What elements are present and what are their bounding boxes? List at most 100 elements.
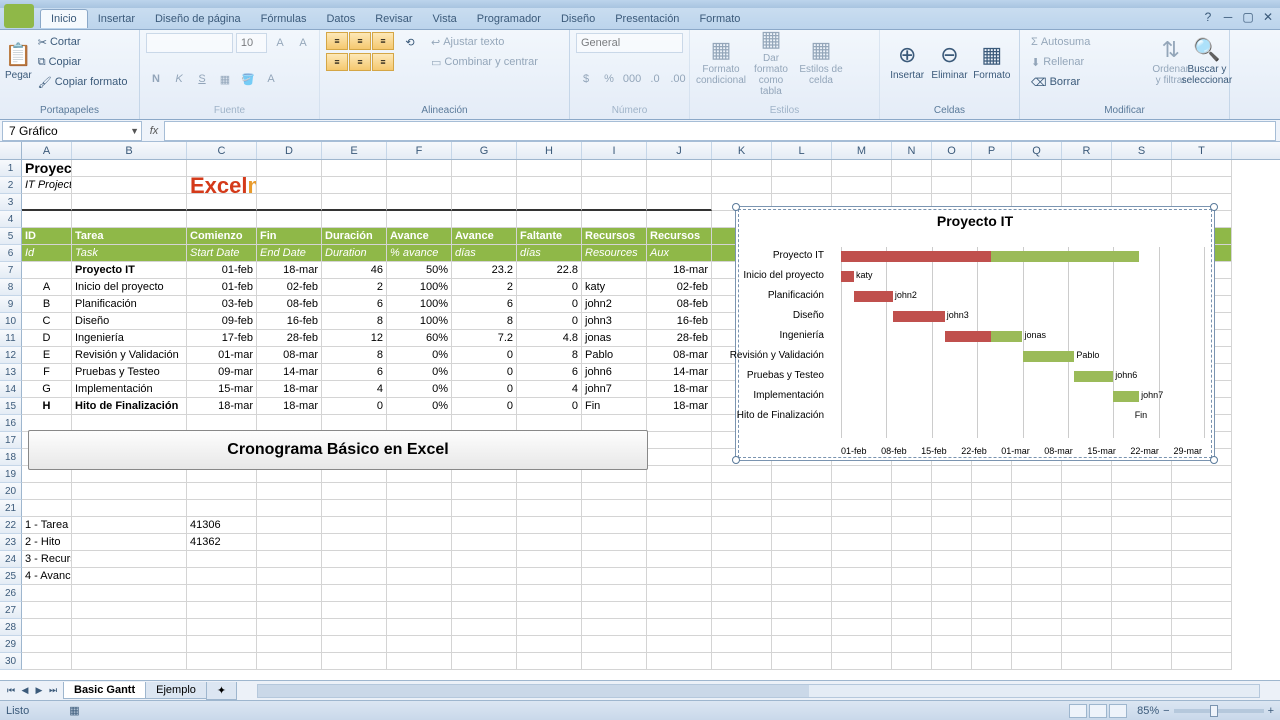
cell[interactable] [257, 483, 322, 500]
table-format-button[interactable]: ▦Dar formato como tabla [746, 32, 796, 92]
cell[interactable] [892, 517, 932, 534]
cell[interactable]: D [22, 330, 72, 347]
row-header[interactable]: 11 [0, 330, 22, 347]
cell[interactable] [1012, 534, 1062, 551]
cell[interactable] [972, 568, 1012, 585]
cell[interactable] [387, 517, 452, 534]
format-cells-button[interactable]: ▦Formato [971, 32, 1013, 92]
cell[interactable]: Tarea [72, 228, 187, 245]
cell[interactable] [712, 500, 772, 517]
name-box[interactable]: 7 Gráfico▼ [2, 121, 142, 141]
cell[interactable] [582, 585, 647, 602]
row-header[interactable]: 13 [0, 364, 22, 381]
cell[interactable]: Comienzo [187, 228, 257, 245]
cell[interactable] [72, 619, 187, 636]
cell[interactable]: Pablo [582, 347, 647, 364]
col-header[interactable]: S [1112, 142, 1172, 159]
cell[interactable] [1172, 636, 1232, 653]
cell[interactable] [647, 653, 712, 670]
tab-revisar[interactable]: Revisar [365, 10, 422, 28]
cell[interactable] [187, 211, 257, 228]
cell[interactable]: 0 [517, 398, 582, 415]
col-header[interactable]: J [647, 142, 712, 159]
row-header[interactable]: 20 [0, 483, 22, 500]
cell[interactable]: 0% [387, 381, 452, 398]
row-header[interactable]: 8 [0, 279, 22, 296]
row-header[interactable]: 12 [0, 347, 22, 364]
cell[interactable] [1172, 602, 1232, 619]
cell[interactable]: 08-feb [647, 296, 712, 313]
tab-programador[interactable]: Programador [467, 10, 551, 28]
copy-button[interactable]: ⧉Copiar [33, 52, 86, 72]
cell[interactable] [1112, 483, 1172, 500]
col-header[interactable]: T [1172, 142, 1232, 159]
cell[interactable] [772, 160, 832, 177]
cell[interactable] [1112, 585, 1172, 602]
cell[interactable] [892, 160, 932, 177]
cell[interactable] [582, 551, 647, 568]
cell[interactable] [972, 500, 1012, 517]
cell[interactable] [517, 194, 582, 211]
cell[interactable]: 08-mar [257, 347, 322, 364]
cell[interactable]: 0% [387, 364, 452, 381]
cell[interactable]: Recursos [582, 228, 647, 245]
cell[interactable]: john7 [582, 381, 647, 398]
cell[interactable] [772, 568, 832, 585]
cell[interactable] [972, 619, 1012, 636]
cell[interactable] [517, 160, 582, 177]
cell[interactable]: Duration [322, 245, 387, 262]
cell[interactable]: Revisión y Validación [72, 347, 187, 364]
cell[interactable] [712, 160, 772, 177]
cell[interactable] [517, 500, 582, 517]
cell[interactable] [1172, 160, 1232, 177]
cell[interactable] [322, 534, 387, 551]
cell[interactable] [1062, 160, 1112, 177]
layout-view-button[interactable] [1089, 704, 1107, 718]
cell[interactable]: C [22, 313, 72, 330]
cell[interactable] [647, 483, 712, 500]
italic-button[interactable]: K [169, 69, 189, 89]
last-sheet-button[interactable]: ⏭ [46, 685, 60, 696]
cell[interactable]: ExcelminiApps [187, 177, 257, 194]
cell[interactable] [517, 602, 582, 619]
cell[interactable] [772, 602, 832, 619]
next-sheet-button[interactable]: ▶ [32, 685, 46, 696]
cell[interactable] [72, 534, 187, 551]
cell[interactable] [1172, 568, 1232, 585]
cell[interactable] [322, 585, 387, 602]
cell[interactable]: 3 - Recursos [22, 551, 72, 568]
col-header[interactable]: P [972, 142, 1012, 159]
cell[interactable] [832, 160, 892, 177]
cell[interactable] [1062, 602, 1112, 619]
bold-button[interactable]: N [146, 69, 166, 89]
cell[interactable]: 46 [322, 262, 387, 279]
cell[interactable] [187, 483, 257, 500]
cell[interactable]: 100% [387, 296, 452, 313]
cell[interactable]: Avance [387, 228, 452, 245]
first-sheet-button[interactable]: ⏮ [4, 685, 18, 696]
cell[interactable] [892, 466, 932, 483]
row-header[interactable]: 21 [0, 500, 22, 517]
format-painter-button[interactable]: 🖌Copiar formato [33, 72, 133, 92]
row-header[interactable]: 1 [0, 160, 22, 177]
cell[interactable]: 6 [322, 296, 387, 313]
cell[interactable]: Fin [582, 398, 647, 415]
cell[interactable] [972, 483, 1012, 500]
cell[interactable] [1012, 585, 1062, 602]
cell[interactable] [1172, 466, 1232, 483]
row-header[interactable]: 10 [0, 313, 22, 330]
row-header[interactable]: 7 [0, 262, 22, 279]
cell[interactable] [647, 415, 712, 432]
cell[interactable] [1012, 517, 1062, 534]
cell[interactable] [1012, 177, 1062, 194]
cell[interactable]: 01-feb [187, 262, 257, 279]
cell[interactable] [257, 194, 322, 211]
cell[interactable] [387, 636, 452, 653]
cell[interactable] [892, 483, 932, 500]
cell[interactable] [647, 568, 712, 585]
gantt-chart[interactable]: Proyecto IT Proyecto ITInicio del proyec… [735, 206, 1215, 461]
cell[interactable]: 03-feb [187, 296, 257, 313]
row-header[interactable]: 26 [0, 585, 22, 602]
cell[interactable] [387, 653, 452, 670]
font-size-combo[interactable]: 10 [236, 33, 267, 53]
